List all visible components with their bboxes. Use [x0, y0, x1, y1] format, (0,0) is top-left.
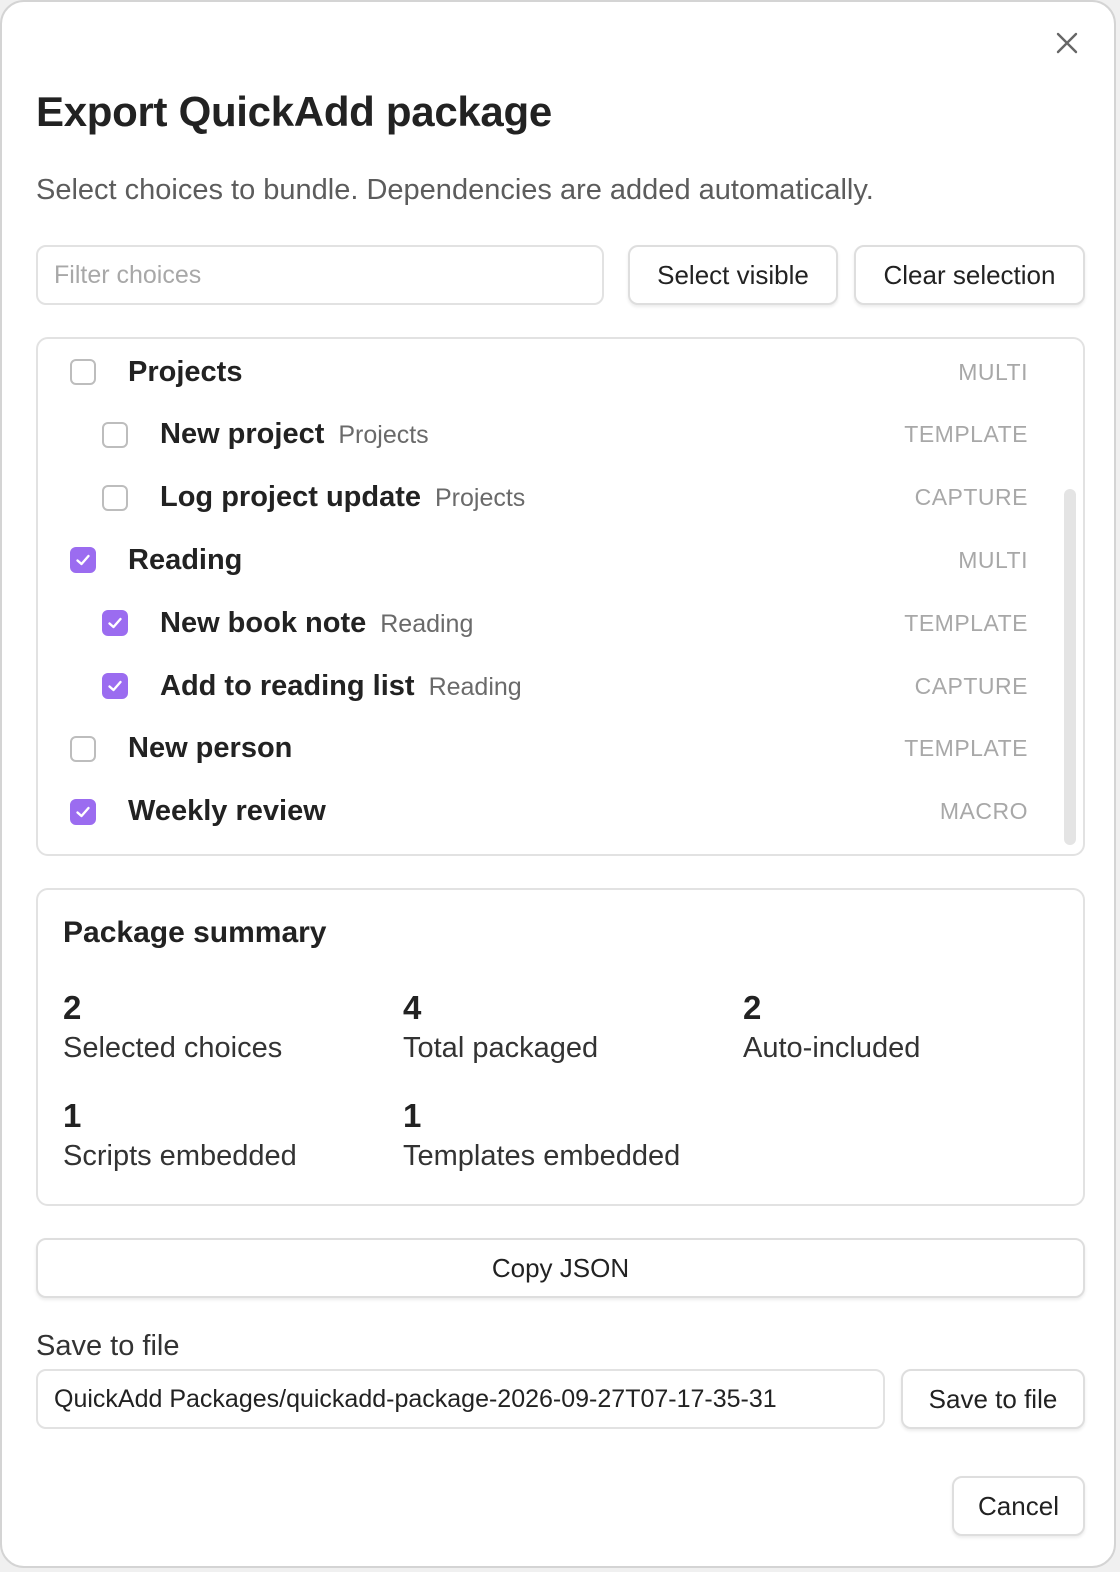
choice-label: Log project update Projects [160, 481, 525, 514]
choice-type-badge: MULTI [958, 546, 1028, 573]
choice-row[interactable]: New person TEMPLATE [38, 721, 1038, 777]
stat-total-packaged: 4 Total packaged [403, 988, 598, 1068]
filter-choices-input[interactable] [36, 245, 604, 305]
choice-type-badge: TEMPLATE [904, 421, 1028, 448]
save-path-input[interactable] [36, 1369, 885, 1429]
choice-row[interactable]: Projects MULTI [38, 344, 1038, 400]
save-to-file-button[interactable]: Save to file [901, 1369, 1085, 1429]
stat-selected-choices: 2 Selected choices [63, 988, 282, 1068]
choice-row[interactable]: New project Projects TEMPLATE [38, 407, 1038, 463]
stat-value: 2 [743, 989, 762, 1026]
choice-checkbox[interactable] [70, 798, 96, 825]
choice-label: Add to reading list Reading [160, 670, 522, 703]
choice-checkbox[interactable] [102, 673, 128, 699]
choice-checkbox[interactable] [102, 610, 128, 637]
choice-label: New project Projects [160, 418, 429, 451]
check-icon [108, 680, 122, 692]
choice-checkbox[interactable] [102, 484, 128, 511]
choices-scrollbar[interactable] [1064, 489, 1076, 845]
choice-type-badge: TEMPLATE [904, 609, 1028, 636]
check-icon [108, 617, 122, 629]
choice-type-badge: MACRO [939, 798, 1028, 825]
choice-name: New project [160, 418, 325, 451]
choice-name: Reading [128, 543, 243, 576]
choices-list: Projects MULTI New project Projects TEMPLATE… [36, 337, 1085, 856]
choice-checkbox[interactable] [102, 421, 128, 448]
stat-templates-embedded: 1 Templates embedded [403, 1096, 680, 1176]
choice-label: Reading [128, 544, 242, 577]
stat-value: 4 [403, 989, 422, 1026]
stat-scripts-embedded: 1 Scripts embedded [63, 1096, 297, 1176]
choice-path: Projects [338, 421, 429, 450]
choice-checkbox[interactable] [70, 547, 96, 574]
stat-value: 2 [63, 989, 82, 1026]
choice-checkbox[interactable] [70, 735, 96, 762]
stat-label: Selected choices [63, 1032, 283, 1064]
choice-row[interactable]: Add to reading list Reading CAPTURE [38, 658, 1038, 714]
choice-row[interactable]: Reading MULTI [38, 532, 1038, 588]
choice-row[interactable]: New book note Reading TEMPLATE [38, 595, 1038, 651]
choice-path: Reading [380, 609, 474, 638]
select-visible-button[interactable]: Select visible [628, 245, 838, 305]
choice-checkbox[interactable] [70, 359, 96, 385]
choice-name: Projects [128, 355, 243, 388]
dialog-title: Export QuickAdd package [36, 88, 552, 135]
dialog-subtitle: Select choices to bundle. Dependencies a… [36, 174, 874, 206]
check-icon [76, 806, 90, 817]
choice-name: Log project update [160, 481, 421, 514]
cancel-button[interactable]: Cancel [952, 1476, 1085, 1536]
stat-label: Scripts embedded [63, 1140, 297, 1172]
clear-selection-button[interactable]: Clear selection [854, 245, 1085, 305]
choice-type-badge: CAPTURE [914, 672, 1028, 699]
choice-type-badge: MULTI [958, 358, 1028, 385]
summary-title: Package summary [63, 916, 327, 949]
copy-json-button[interactable]: Copy JSON [36, 1238, 1085, 1298]
choice-path: Reading [428, 672, 522, 701]
choice-name: Add to reading list [160, 669, 415, 702]
export-package-dialog: Export QuickAdd package Select choices t… [0, 0, 1116, 1568]
stat-label: Auto-included [743, 1032, 921, 1064]
stat-auto-included: 2 Auto-included [743, 988, 920, 1068]
choice-path: Projects [435, 484, 526, 513]
choice-row[interactable]: Log project update Projects CAPTURE [38, 470, 1038, 526]
close-button[interactable] [1050, 26, 1084, 60]
choice-name: Weekly review [128, 795, 326, 828]
check-icon [76, 555, 90, 566]
choice-label: Weekly review [128, 795, 326, 828]
package-summary: Package summary 2 Selected choices 4 Tot… [36, 888, 1085, 1206]
stat-label: Total packaged [403, 1032, 599, 1064]
stat-value: 1 [63, 1097, 82, 1134]
choice-name: New person [128, 732, 293, 765]
stat-label: Templates embedded [403, 1140, 681, 1172]
choice-label: New person [128, 732, 292, 765]
close-icon [1056, 32, 1078, 54]
save-to-file-label: Save to file [36, 1330, 180, 1362]
choice-row[interactable]: Weekly review MACRO [38, 784, 1038, 840]
choice-type-badge: CAPTURE [914, 484, 1028, 511]
choice-type-badge: TEMPLATE [904, 735, 1028, 762]
choice-label: Projects [128, 356, 242, 389]
choice-name: New book note [160, 606, 367, 639]
choice-label: New book note Reading [160, 607, 473, 640]
stat-value: 1 [403, 1097, 422, 1134]
